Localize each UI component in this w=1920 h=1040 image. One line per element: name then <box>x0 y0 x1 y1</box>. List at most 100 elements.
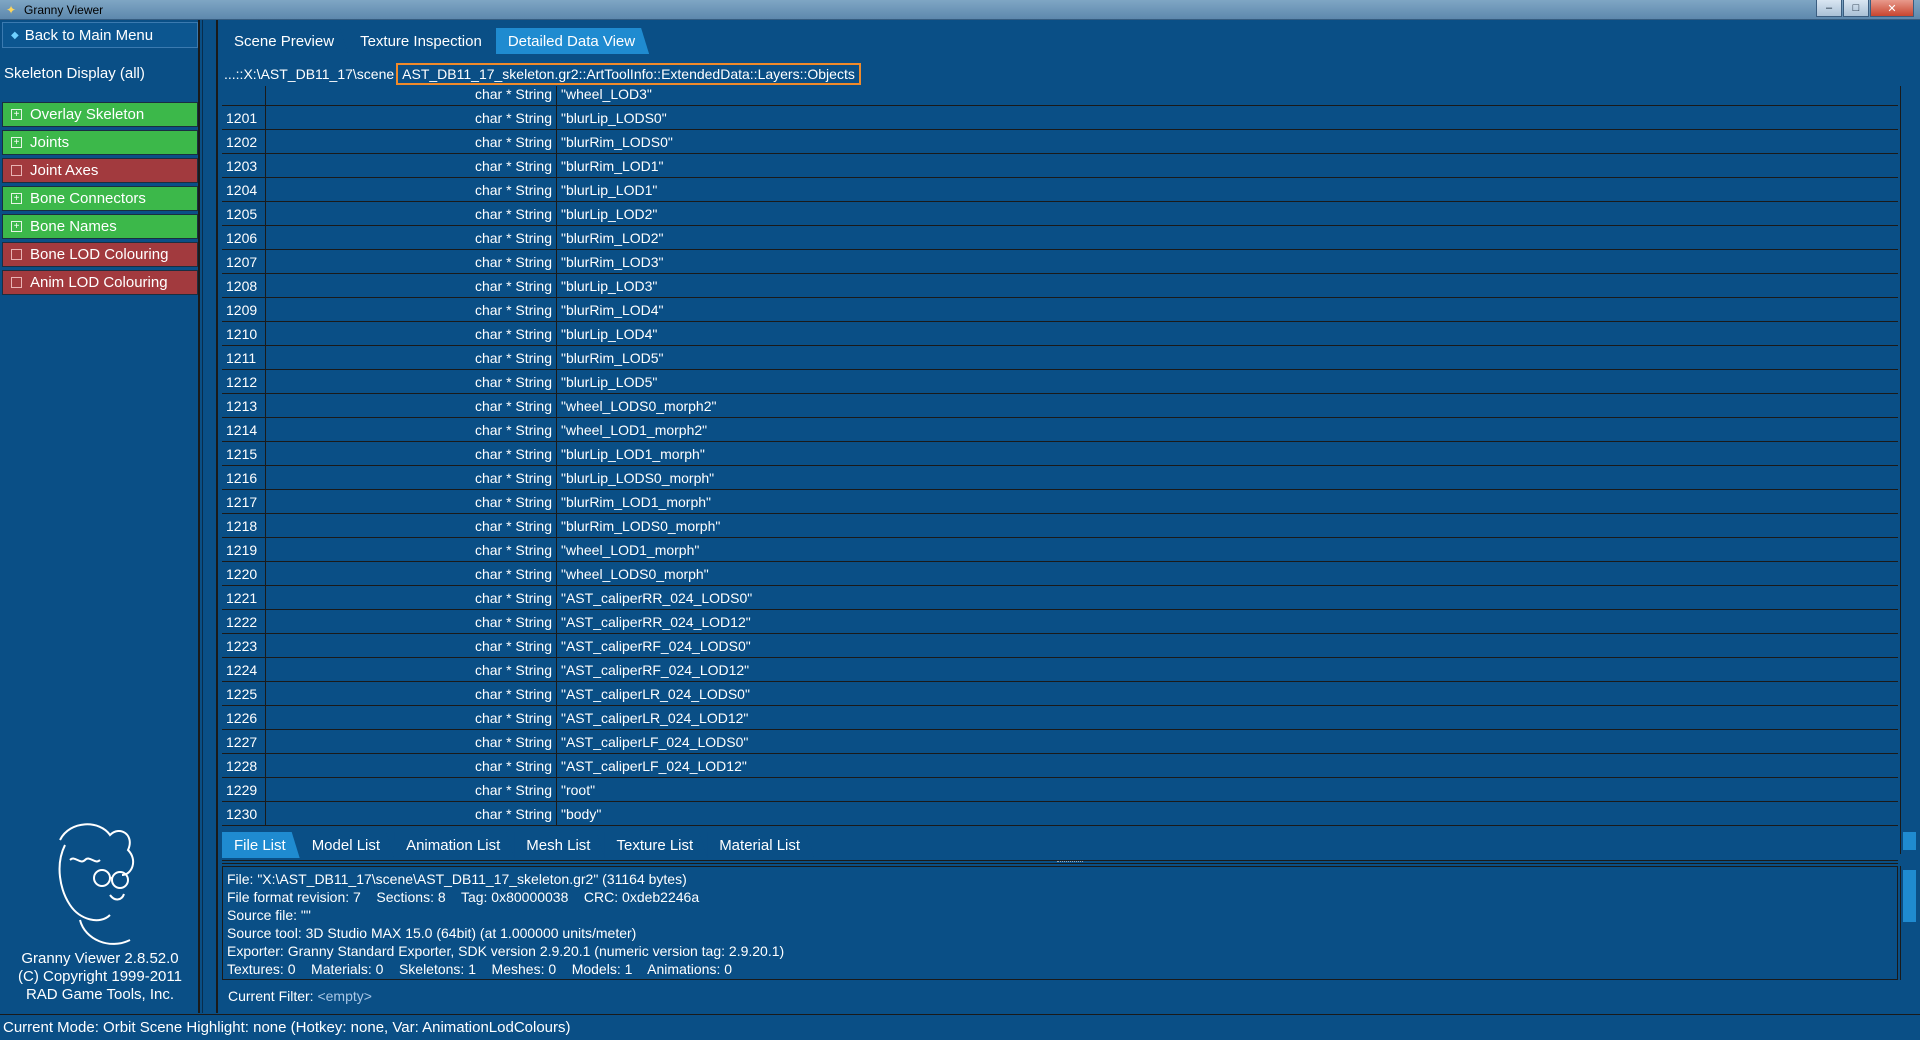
table-row[interactable]: char * String "wheel_LOD3" <box>222 86 1898 106</box>
row-value: "blurRim_LODS0" <box>556 130 1898 153</box>
row-index: 1210 <box>222 322 266 345</box>
table-row[interactable]: 1229 char * String "root" <box>222 778 1898 802</box>
about-text: Granny Viewer 2.8.52.0 (C) Copyright 199… <box>0 950 200 1004</box>
option-bone-connectors[interactable]: + Bone Connectors <box>2 186 198 211</box>
table-row[interactable]: 1224 char * String "AST_caliperRF_024_LOD1… <box>222 658 1898 682</box>
table-row[interactable]: 1225 char * String "AST_caliperLR_024_LODS… <box>222 682 1898 706</box>
row-value: "AST_caliperRR_024_LOD12" <box>556 610 1898 633</box>
row-value: "blurLip_LODS0" <box>556 106 1898 129</box>
app-icon: ✦ <box>5 2 17 17</box>
info-line: Source tool: 3D Studio MAX 15.0 (64bit) … <box>227 925 637 941</box>
panel-splitter[interactable] <box>222 860 1898 864</box>
table-row[interactable]: 1213 char * String "wheel_LODS0_morph2" <box>222 394 1898 418</box>
info-scrollbar[interactable] <box>1900 866 1918 980</box>
grid-scrollbar[interactable] <box>1900 86 1918 854</box>
row-type: char * String <box>474 661 552 678</box>
table-row[interactable]: 1227 char * String "AST_caliperLF_024_LODS… <box>222 730 1898 754</box>
table-row[interactable]: 1212 char * String "blurLip_LOD5" <box>222 370 1898 394</box>
row-index: 1202 <box>222 130 266 153</box>
table-row[interactable]: 1214 char * String "wheel_LOD1_morph2" <box>222 418 1898 442</box>
table-row[interactable]: 1203 char * String "blurRim_LOD1" <box>222 154 1898 178</box>
table-row[interactable]: 1217 char * String "blurRim_LOD1_morph" <box>222 490 1898 514</box>
row-value: "root" <box>556 778 1898 801</box>
table-row[interactable]: 1215 char * String "blurLip_LOD1_morph" <box>222 442 1898 466</box>
row-value: "blurRim_LODS0_morph" <box>556 514 1898 537</box>
option-label: Bone Connectors <box>30 190 146 207</box>
table-row[interactable]: 1211 char * String "blurRim_LOD5" <box>222 346 1898 370</box>
table-row[interactable]: 1220 char * String "wheel_LODS0_morph" <box>222 562 1898 586</box>
table-row[interactable]: 1202 char * String "blurRim_LODS0" <box>222 130 1898 154</box>
table-row[interactable]: 1209 char * String "blurRim_LOD4" <box>222 298 1898 322</box>
option-bone-lod-colouring[interactable]: Bone LOD Colouring <box>2 242 198 267</box>
table-row[interactable]: 1205 char * String "blurLip_LOD2" <box>222 202 1898 226</box>
row-type: char * String <box>474 253 552 270</box>
option-overlay-skeleton[interactable]: + Overlay Skeleton <box>2 102 198 127</box>
splitter-grip[interactable] <box>1057 861 1083 863</box>
table-row[interactable]: 1223 char * String "AST_caliperRF_024_LODS… <box>222 634 1898 658</box>
maximize-button[interactable]: □ <box>1843 0 1869 17</box>
row-index: 1222 <box>222 610 266 633</box>
row-type: char * String <box>474 133 552 150</box>
tab-texture-list[interactable]: Texture List <box>604 832 707 858</box>
table-row[interactable]: 1208 char * String "blurLip_LOD3" <box>222 274 1898 298</box>
table-row[interactable]: 1228 char * String "AST_caliperLF_024_LOD1… <box>222 754 1898 778</box>
tab-material-list[interactable]: Material List <box>707 832 814 858</box>
row-value: "blurLip_LOD1" <box>556 178 1898 201</box>
path-prefix: ...::X:\AST_DB11_17\scene <box>224 66 395 82</box>
row-index: 1224 <box>222 658 266 681</box>
tab-animation-list[interactable]: Animation List <box>394 832 514 858</box>
row-type: char * String <box>474 757 552 774</box>
row-index: 1219 <box>222 538 266 561</box>
row-value: "wheel_LODS0_morph" <box>556 562 1898 585</box>
table-row[interactable]: 1210 char * String "blurLip_LOD4" <box>222 322 1898 346</box>
tab-model-list[interactable]: Model List <box>300 832 394 858</box>
tab-scene-preview[interactable]: Scene Preview <box>222 28 348 54</box>
row-type: char * String <box>474 565 552 582</box>
path-highlighted[interactable]: AST_DB11_17_skeleton.gr2::ArtToolInfo::E… <box>396 63 861 85</box>
info-scrollbar-thumb[interactable] <box>1903 870 1916 922</box>
table-row[interactable]: 1226 char * String "AST_caliperLR_024_LOD1… <box>222 706 1898 730</box>
option-joint-axes[interactable]: Joint Axes <box>2 158 198 183</box>
tab-mesh-list[interactable]: Mesh List <box>514 832 604 858</box>
status-text: Current Mode: Orbit Scene Highlight: non… <box>3 1019 571 1036</box>
row-index: 1213 <box>222 394 266 417</box>
tab-file-list[interactable]: File List <box>222 832 300 858</box>
table-row[interactable]: 1206 char * String "blurRim_LOD2" <box>222 226 1898 250</box>
table-row[interactable]: 1218 char * String "blurRim_LODS0_morph" <box>222 514 1898 538</box>
row-type: char * String <box>474 301 552 318</box>
row-index: 1206 <box>222 226 266 249</box>
option-joints[interactable]: + Joints <box>2 130 198 155</box>
granny-logo <box>58 823 135 945</box>
filter-value[interactable]: <empty> <box>317 988 371 1004</box>
option-bone-names[interactable]: + Bone Names <box>2 214 198 239</box>
table-row[interactable]: 1219 char * String "wheel_LOD1_morph" <box>222 538 1898 562</box>
table-row[interactable]: 1207 char * String "blurRim_LOD3" <box>222 250 1898 274</box>
table-row[interactable]: 1221 char * String "AST_caliperRR_024_LODS… <box>222 586 1898 610</box>
minimize-button[interactable]: – <box>1816 0 1842 17</box>
row-value: "AST_caliperLR_024_LOD12" <box>556 706 1898 729</box>
tab-detailed-data-view[interactable]: Detailed Data View <box>496 28 649 54</box>
row-value: "blurLip_LOD1_morph" <box>556 442 1898 465</box>
row-index: 1214 <box>222 418 266 441</box>
checkbox-checked-icon: + <box>11 109 22 120</box>
table-row[interactable]: 1222 char * String "AST_caliperRR_024_LOD1… <box>222 610 1898 634</box>
row-value: "wheel_LODS0_morph2" <box>556 394 1898 417</box>
row-type: char * String <box>474 781 552 798</box>
row-index: 1221 <box>222 586 266 609</box>
row-index: 1209 <box>222 298 266 321</box>
back-to-main-menu-button[interactable]: ◆ Back to Main Menu <box>2 22 198 48</box>
table-row[interactable]: 1230 char * String "body" <box>222 802 1898 826</box>
grid-scrollbar-thumb[interactable] <box>1903 832 1916 850</box>
row-value: "body" <box>556 802 1898 825</box>
option-anim-lod-colouring[interactable]: Anim LOD Colouring <box>2 270 198 295</box>
table-row[interactable]: 1204 char * String "blurLip_LOD1" <box>222 178 1898 202</box>
row-index: 1230 <box>222 802 266 825</box>
table-row[interactable]: 1201 char * String "blurLip_LODS0" <box>222 106 1898 130</box>
close-button[interactable]: ✕ <box>1870 0 1914 17</box>
row-index: 1204 <box>222 178 266 201</box>
tab-texture-inspection[interactable]: Texture Inspection <box>348 28 496 54</box>
row-index: 1229 <box>222 778 266 801</box>
sidebar-splitter[interactable] <box>202 20 218 1013</box>
table-row[interactable]: 1216 char * String "blurLip_LODS0_morph" <box>222 466 1898 490</box>
row-type: char * String <box>474 205 552 222</box>
